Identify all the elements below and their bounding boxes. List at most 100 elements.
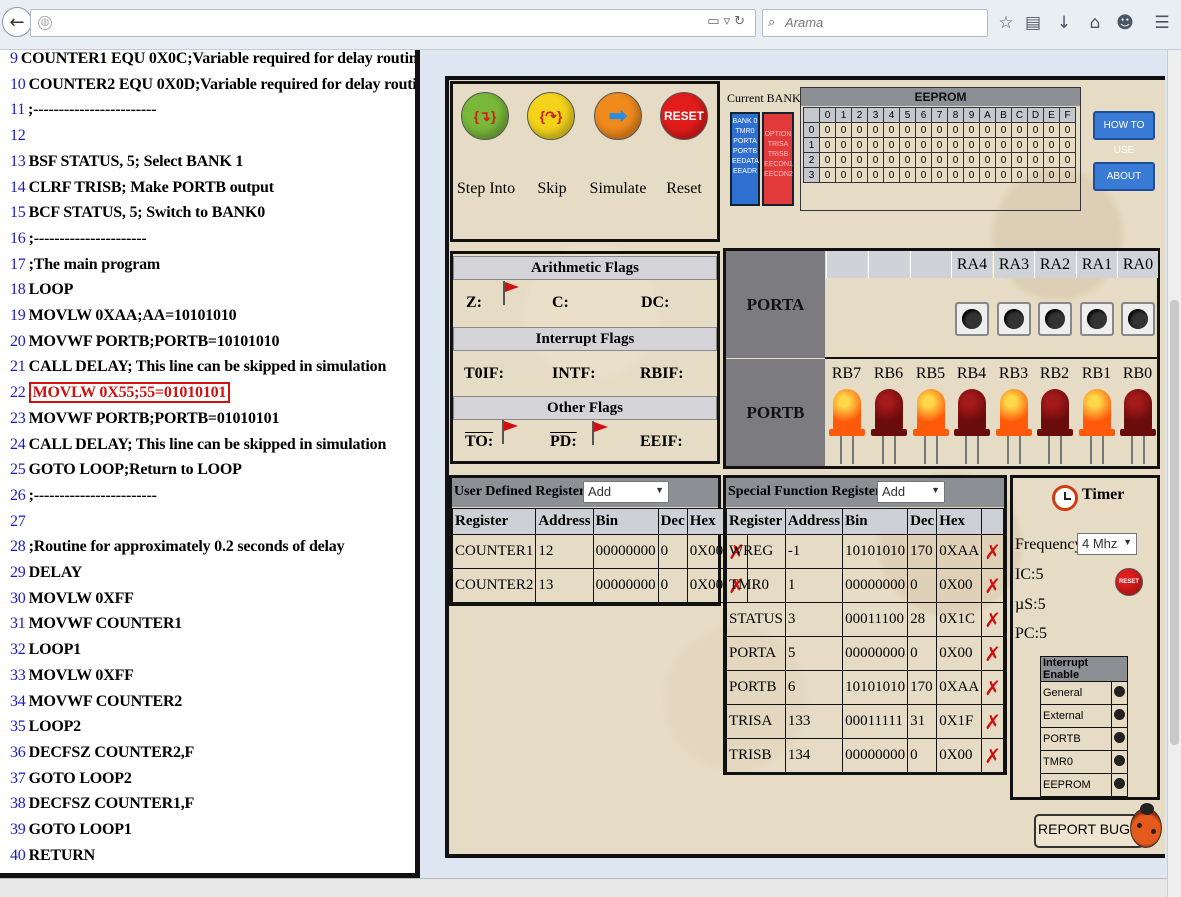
porta-switch-button[interactable] <box>955 302 989 336</box>
clipboard-icon[interactable]: ▤ <box>1022 12 1044 34</box>
smiley-icon[interactable]: ☻ <box>1114 12 1136 34</box>
eeprom-cell[interactable]: 0 <box>915 152 932 168</box>
eeprom-cell[interactable]: 0 <box>867 152 884 168</box>
eeprom-cell[interactable]: 0 <box>1011 122 1028 138</box>
eeprom-cell[interactable]: 0 <box>835 137 852 153</box>
menu-icon[interactable]: ☰ <box>1151 12 1173 34</box>
search-input[interactable]: ⌕ Arama <box>762 9 988 37</box>
eeprom-cell[interactable]: 0 <box>995 122 1012 138</box>
eeprom-cell[interactable]: 0 <box>899 152 916 168</box>
eeprom-cell[interactable]: 0 <box>979 122 996 138</box>
eeprom-cell[interactable]: 0 <box>963 122 980 138</box>
eeprom-cell[interactable]: 0 <box>995 167 1012 183</box>
eeprom-cell[interactable]: 0 <box>931 122 948 138</box>
eeprom-cell[interactable]: 0 <box>883 122 900 138</box>
ie-toggle[interactable] <box>1111 750 1128 774</box>
eeprom-cell[interactable]: 0 <box>883 137 900 153</box>
eeprom-cell[interactable]: 0 <box>819 122 836 138</box>
eeprom-cell[interactable]: 0 <box>1011 137 1028 153</box>
user-registers-add-select[interactable]: Add ▼ <box>583 481 669 503</box>
eeprom-cell[interactable]: 0 <box>1059 137 1076 153</box>
eeprom-cell[interactable]: 0 <box>1043 167 1060 183</box>
delete-icon[interactable]: ✗ <box>981 602 1004 637</box>
eeprom-cell[interactable]: 0 <box>867 167 884 183</box>
ie-toggle[interactable] <box>1111 704 1128 728</box>
eeprom-cell[interactable]: 0 <box>835 122 852 138</box>
delete-icon[interactable]: ✗ <box>981 568 1004 603</box>
eeprom-cell[interactable]: 0 <box>947 152 964 168</box>
eeprom-cell[interactable]: 0 <box>915 137 932 153</box>
download-icon[interactable]: ↓ <box>1053 12 1075 34</box>
timer-reset-button[interactable]: RESET <box>1115 568 1143 596</box>
eeprom-cell[interactable]: 0 <box>851 167 868 183</box>
eeprom-cell[interactable]: 0 <box>1059 167 1076 183</box>
eeprom-cell[interactable]: 0 <box>1043 152 1060 168</box>
eeprom-cell[interactable]: 0 <box>1027 137 1044 153</box>
eeprom-cell[interactable]: 0 <box>1027 122 1044 138</box>
reset-label[interactable]: Reset <box>644 180 724 198</box>
frequency-select[interactable]: 4 Mhz ▼ <box>1077 533 1137 555</box>
eeprom-cell[interactable]: 0 <box>819 152 836 168</box>
eeprom-cell[interactable]: 0 <box>835 152 852 168</box>
eeprom-cell[interactable]: 0 <box>979 137 996 153</box>
eeprom-cell[interactable]: 0 <box>915 122 932 138</box>
eeprom-cell[interactable]: 0 <box>819 167 836 183</box>
back-icon[interactable]: ← <box>2 7 32 37</box>
eeprom-cell[interactable]: 0 <box>931 137 948 153</box>
home-icon[interactable]: ⌂ <box>1084 12 1106 34</box>
porta-switch-button[interactable] <box>1080 302 1114 336</box>
eeprom-cell[interactable]: 0 <box>947 122 964 138</box>
eeprom-cell[interactable]: 0 <box>931 167 948 183</box>
eeprom-cell[interactable]: 0 <box>963 167 980 183</box>
eeprom-cell[interactable]: 0 <box>963 137 980 153</box>
about-button[interactable]: ABOUT <box>1093 162 1155 191</box>
scrollbar-thumb[interactable] <box>1170 300 1179 745</box>
eeprom-cell[interactable]: 0 <box>1027 152 1044 168</box>
vertical-scrollbar[interactable] <box>1167 50 1181 897</box>
eeprom-cell[interactable]: 0 <box>883 152 900 168</box>
porta-switch-button[interactable] <box>1121 302 1155 336</box>
eeprom-cell[interactable]: 0 <box>899 137 916 153</box>
eeprom-cell[interactable]: 0 <box>995 152 1012 168</box>
eeprom-cell[interactable]: 0 <box>947 137 964 153</box>
delete-icon[interactable]: ✗ <box>981 636 1004 671</box>
delete-icon[interactable]: ✗ <box>981 670 1004 705</box>
eeprom-cell[interactable]: 0 <box>1059 152 1076 168</box>
eeprom-cell[interactable]: 0 <box>851 137 868 153</box>
eeprom-cell[interactable]: 0 <box>995 137 1012 153</box>
eeprom-cell[interactable]: 0 <box>867 122 884 138</box>
eeprom-cell[interactable]: 0 <box>1027 167 1044 183</box>
delete-icon[interactable]: ✗ <box>981 534 1004 569</box>
sfr-add-select[interactable]: Add ▼ <box>877 481 945 503</box>
report-bug-button[interactable]: REPORT BUG <box>1034 814 1144 848</box>
eeprom-cell[interactable]: 0 <box>899 122 916 138</box>
porta-switch-button[interactable] <box>1038 302 1072 336</box>
step-into-icon[interactable]: {↴} <box>461 92 509 140</box>
ie-toggle[interactable] <box>1111 727 1128 751</box>
eeprom-cell[interactable]: 0 <box>979 167 996 183</box>
ie-toggle[interactable] <box>1111 773 1128 797</box>
ie-toggle[interactable] <box>1111 681 1128 705</box>
code-editor[interactable]: 9 COUNTER1 EQU 0X0C;Variable required for… <box>0 50 420 878</box>
eeprom-cell[interactable]: 0 <box>883 167 900 183</box>
address-bar[interactable]: ◍ ▭▿↻ <box>30 9 756 37</box>
eeprom-cell[interactable]: 0 <box>931 152 948 168</box>
eeprom-cell[interactable]: 0 <box>963 152 980 168</box>
eeprom-cell[interactable]: 0 <box>1059 122 1076 138</box>
porta-switch-button[interactable] <box>997 302 1031 336</box>
eeprom-cell[interactable]: 0 <box>851 122 868 138</box>
how-to-use-button[interactable]: HOW TO USE <box>1093 111 1155 156</box>
delete-icon[interactable]: ✗ <box>981 738 1004 773</box>
simulate-icon[interactable]: ➡ <box>594 92 642 140</box>
reset-icon[interactable]: RESET <box>660 92 708 140</box>
eeprom-cell[interactable]: 0 <box>979 152 996 168</box>
reader-icon[interactable]: ▭▿↻ <box>707 14 749 29</box>
horizontal-scrollbar[interactable] <box>0 878 1167 897</box>
eeprom-cell[interactable]: 0 <box>819 137 836 153</box>
delete-icon[interactable]: ✗ <box>981 704 1004 739</box>
eeprom-cell[interactable]: 0 <box>915 167 932 183</box>
eeprom-cell[interactable]: 0 <box>1043 137 1060 153</box>
eeprom-cell[interactable]: 0 <box>851 152 868 168</box>
eeprom-cell[interactable]: 0 <box>1043 122 1060 138</box>
eeprom-cell[interactable]: 0 <box>1011 152 1028 168</box>
